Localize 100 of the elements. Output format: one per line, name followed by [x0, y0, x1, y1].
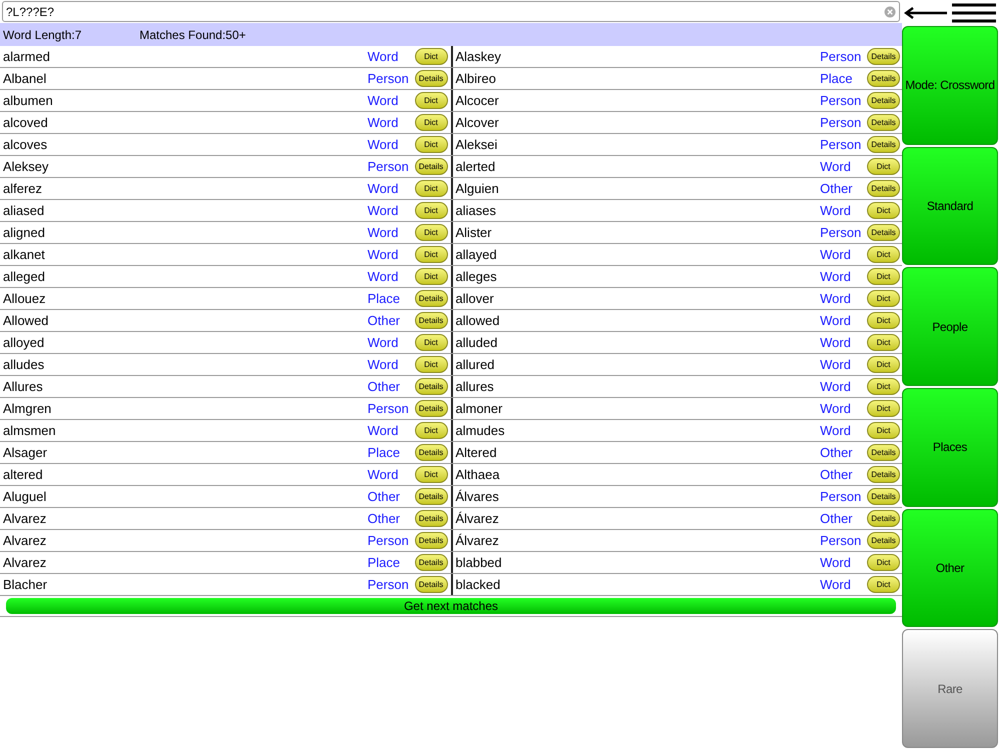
- lookup-button[interactable]: Dict: [867, 312, 900, 329]
- word-type: Word: [368, 224, 400, 242]
- word-type: Person: [820, 532, 862, 550]
- word-text: altered: [3, 466, 44, 484]
- word-text: Alvarez: [3, 554, 48, 572]
- lookup-button[interactable]: Dict: [867, 356, 900, 373]
- lookup-button[interactable]: Dict: [867, 554, 900, 571]
- word-type: Word: [368, 466, 400, 484]
- lookup-button[interactable]: Details: [414, 378, 448, 395]
- word-text: alludes: [3, 356, 46, 374]
- mode-button[interactable]: People: [902, 267, 998, 386]
- lookup-button[interactable]: Dict: [414, 466, 448, 483]
- lookup-button[interactable]: Details: [867, 488, 900, 505]
- word-type: Word: [368, 356, 400, 374]
- lookup-button[interactable]: Dict: [414, 356, 448, 373]
- lookup-button[interactable]: Dict: [414, 246, 448, 263]
- mode-button[interactable]: Other: [902, 508, 998, 628]
- word-type: Person: [820, 136, 862, 154]
- word-text: alerted: [456, 158, 496, 176]
- word-text: aliases: [456, 202, 497, 220]
- word-type: Person: [820, 114, 862, 132]
- word-type: Place: [820, 70, 854, 88]
- lookup-button[interactable]: Dict: [867, 202, 900, 219]
- lookup-button[interactable]: Dict: [414, 180, 448, 197]
- back-arrow-icon[interactable]: [904, 7, 948, 19]
- lookup-button[interactable]: Details: [414, 70, 448, 87]
- word-text: alcoved: [3, 114, 49, 132]
- word-text: alarmed: [3, 48, 51, 66]
- lookup-button[interactable]: Details: [867, 114, 900, 131]
- word-text: Alguien: [456, 180, 500, 198]
- lookup-button[interactable]: Details: [867, 466, 900, 483]
- mode-button[interactable]: Mode: Crossword: [902, 26, 998, 145]
- lookup-button[interactable]: Details: [867, 180, 900, 197]
- menu-icon[interactable]: [952, 3, 996, 23]
- word-type: Word: [368, 422, 400, 440]
- lookup-button[interactable]: Details: [414, 158, 448, 175]
- word-text: allures: [456, 378, 495, 396]
- word-text: allowed: [456, 312, 501, 330]
- lookup-button[interactable]: Details: [867, 136, 900, 153]
- lookup-button[interactable]: Details: [867, 70, 900, 87]
- lookup-button[interactable]: Details: [867, 444, 900, 461]
- word-text: almoner: [456, 400, 504, 418]
- word-type: Place: [368, 554, 402, 572]
- mode-button[interactable]: Standard: [902, 146, 998, 266]
- word-text: alcoves: [3, 136, 48, 154]
- lookup-button[interactable]: Dict: [867, 268, 900, 285]
- lookup-button[interactable]: Dict: [867, 290, 900, 307]
- lookup-button[interactable]: Dict: [414, 92, 448, 109]
- word-type: Person: [368, 158, 410, 176]
- mode-button[interactable]: Rare: [902, 629, 998, 748]
- word-text: Allures: [3, 378, 44, 396]
- lookup-button[interactable]: Dict: [867, 576, 900, 593]
- lookup-button[interactable]: Dict: [414, 334, 448, 351]
- word-type: Word: [820, 576, 852, 594]
- lookup-button[interactable]: Details: [414, 554, 448, 571]
- lookup-button[interactable]: Dict: [414, 114, 448, 131]
- word-text: Álvarez: [456, 532, 500, 550]
- next-matches-button[interactable]: Get next matches: [6, 598, 896, 614]
- word-text: Aleksey: [3, 158, 50, 176]
- lookup-button[interactable]: Details: [414, 488, 448, 505]
- word-text: Alvarez: [3, 532, 48, 550]
- lookup-button[interactable]: Details: [867, 92, 900, 109]
- word-text: aliased: [3, 202, 46, 220]
- lookup-button[interactable]: Details: [414, 312, 448, 329]
- word-text: Alister: [456, 224, 493, 242]
- word-type: Word: [368, 92, 400, 110]
- lookup-button[interactable]: Details: [414, 532, 448, 549]
- lookup-button[interactable]: Details: [414, 400, 448, 417]
- search-field[interactable]: ?L???E?: [2, 1, 900, 22]
- word-text: Alvarez: [3, 510, 48, 528]
- lookup-button[interactable]: Dict: [867, 246, 900, 263]
- word-text: Almgren: [3, 400, 52, 418]
- lookup-button[interactable]: Dict: [414, 202, 448, 219]
- lookup-button[interactable]: Dict: [867, 422, 900, 439]
- matches-text: Matches Found:50+: [140, 26, 246, 44]
- word-type: Other: [368, 312, 402, 330]
- lookup-button[interactable]: Dict: [414, 48, 448, 65]
- lookup-button[interactable]: Dict: [867, 400, 900, 417]
- lookup-button[interactable]: Dict: [867, 378, 900, 395]
- lookup-button[interactable]: Dict: [414, 422, 448, 439]
- word-text: Albanel: [3, 70, 48, 88]
- lookup-button[interactable]: Details: [414, 444, 448, 461]
- lookup-button[interactable]: Details: [867, 510, 900, 527]
- word-text: almudes: [456, 422, 506, 440]
- lookup-button[interactable]: Details: [867, 224, 900, 241]
- word-text: Aluguel: [3, 488, 48, 506]
- lookup-button[interactable]: Details: [867, 48, 900, 65]
- lookup-button[interactable]: Dict: [867, 158, 900, 175]
- word-type: Person: [368, 400, 410, 418]
- lookup-button[interactable]: Details: [867, 532, 900, 549]
- lookup-button[interactable]: Dict: [414, 268, 448, 285]
- lookup-button[interactable]: Dict: [414, 136, 448, 153]
- lookup-button[interactable]: Dict: [867, 334, 900, 351]
- word-type: Word: [368, 246, 400, 264]
- mode-button[interactable]: Places: [902, 388, 998, 507]
- lookup-button[interactable]: Details: [414, 576, 448, 593]
- word-type: Other: [368, 488, 402, 506]
- lookup-button[interactable]: Dict: [414, 224, 448, 241]
- lookup-button[interactable]: Details: [414, 290, 448, 307]
- lookup-button[interactable]: Details: [414, 510, 448, 527]
